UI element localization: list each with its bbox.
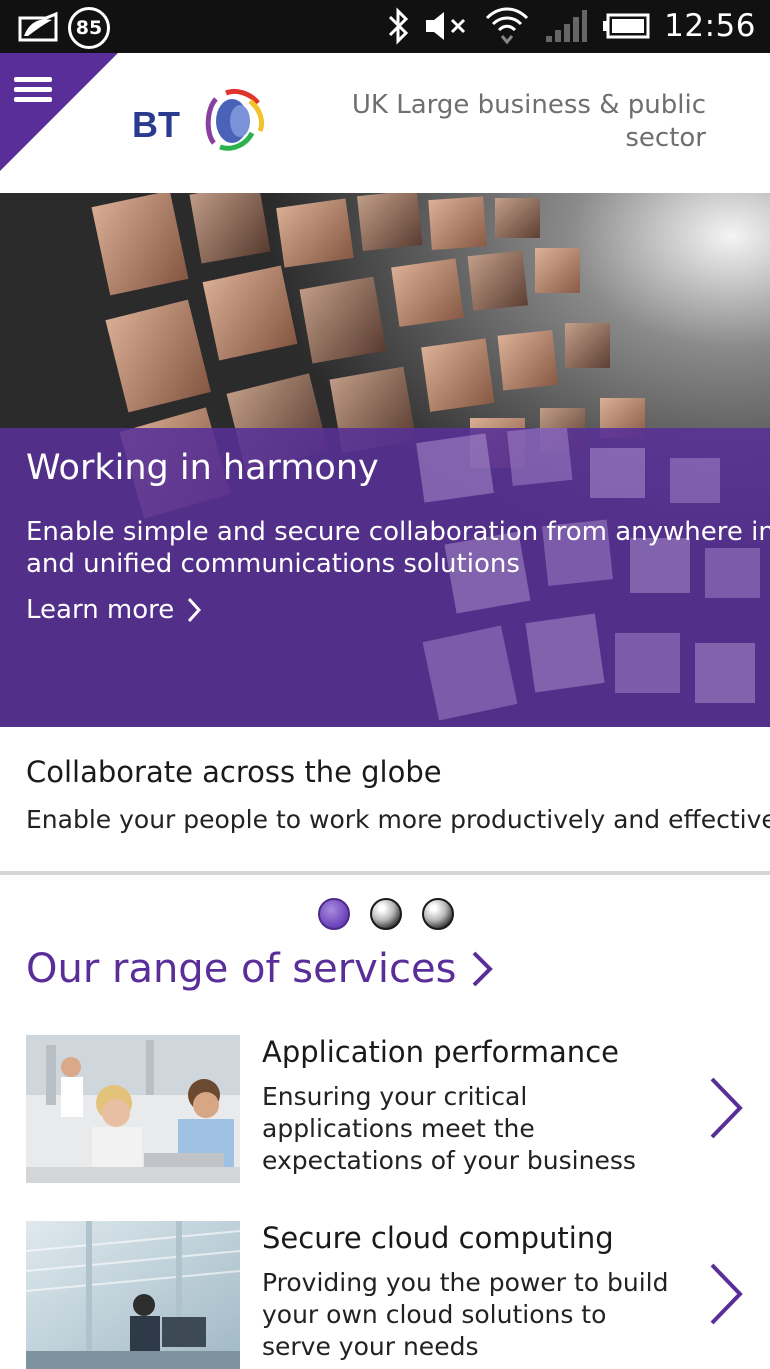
- learn-more-label: Learn more: [26, 595, 175, 625]
- caption-subtitle: Enable your people to work more producti…: [26, 805, 770, 834]
- bluetooth-icon: [389, 7, 409, 45]
- service-thumbnail-cloud: [26, 1221, 240, 1369]
- hero-text-panel: Working in harmony Enable simple and sec…: [0, 428, 770, 727]
- caption-title: Collaborate across the globe: [26, 755, 442, 789]
- service-item-secure-cloud[interactable]: Secure cloud computing Providing you the…: [26, 1221, 756, 1369]
- menu-icon[interactable]: [14, 77, 52, 103]
- service-text: Secure cloud computing Providing you the…: [262, 1221, 682, 1363]
- service-text: Application performance Ensuring your cr…: [262, 1035, 682, 1177]
- carousel-dot-2[interactable]: [370, 898, 402, 930]
- chevron-right-icon[interactable]: [706, 1073, 746, 1143]
- slide-caption[interactable]: Collaborate across the globe Enable your…: [0, 727, 770, 873]
- service-description: Providing you the power to build your ow…: [262, 1268, 669, 1361]
- carousel-dot-3[interactable]: [422, 898, 454, 930]
- app-header: BT UK Large business & public sector: [0, 53, 770, 193]
- service-title: Application performance: [262, 1035, 619, 1069]
- clock: 12:56: [664, 8, 756, 44]
- sector-label: UK Large business & public sector: [351, 90, 706, 153]
- hero-banner[interactable]: Working in harmony Enable simple and sec…: [0, 193, 770, 727]
- menu-corner: [0, 53, 118, 171]
- service-title: Secure cloud computing: [262, 1221, 614, 1255]
- signal-icon: [546, 10, 588, 42]
- services-heading-link[interactable]: Our range of services: [26, 946, 494, 992]
- hero-title: Working in harmony: [26, 448, 379, 488]
- notification-count-badge: 85: [68, 7, 110, 49]
- chevron-right-icon: [188, 597, 202, 623]
- logo-text: BT: [132, 104, 180, 145]
- chevron-right-icon[interactable]: [706, 1259, 746, 1329]
- carousel-indicator: [318, 898, 454, 930]
- chevron-right-icon: [473, 951, 494, 987]
- status-bar: 85 12:56: [0, 0, 770, 53]
- bt-logo[interactable]: BT: [132, 87, 272, 157]
- learn-more-link[interactable]: Learn more: [26, 595, 202, 625]
- service-description: Ensuring your critical applications meet…: [262, 1082, 636, 1175]
- mute-icon: [426, 12, 466, 40]
- services-heading: Our range of services: [26, 946, 457, 992]
- wifi-icon: [486, 7, 529, 45]
- service-thumbnail-office: [26, 1035, 240, 1183]
- divider: [0, 871, 770, 875]
- service-item-application-performance[interactable]: Application performance Ensuring your cr…: [26, 1035, 756, 1195]
- hero-description: Enable simple and secure collaboration f…: [26, 517, 770, 579]
- image-notification-icon: [18, 11, 58, 42]
- battery-icon: [603, 13, 650, 39]
- carousel-dot-1[interactable]: [318, 898, 350, 930]
